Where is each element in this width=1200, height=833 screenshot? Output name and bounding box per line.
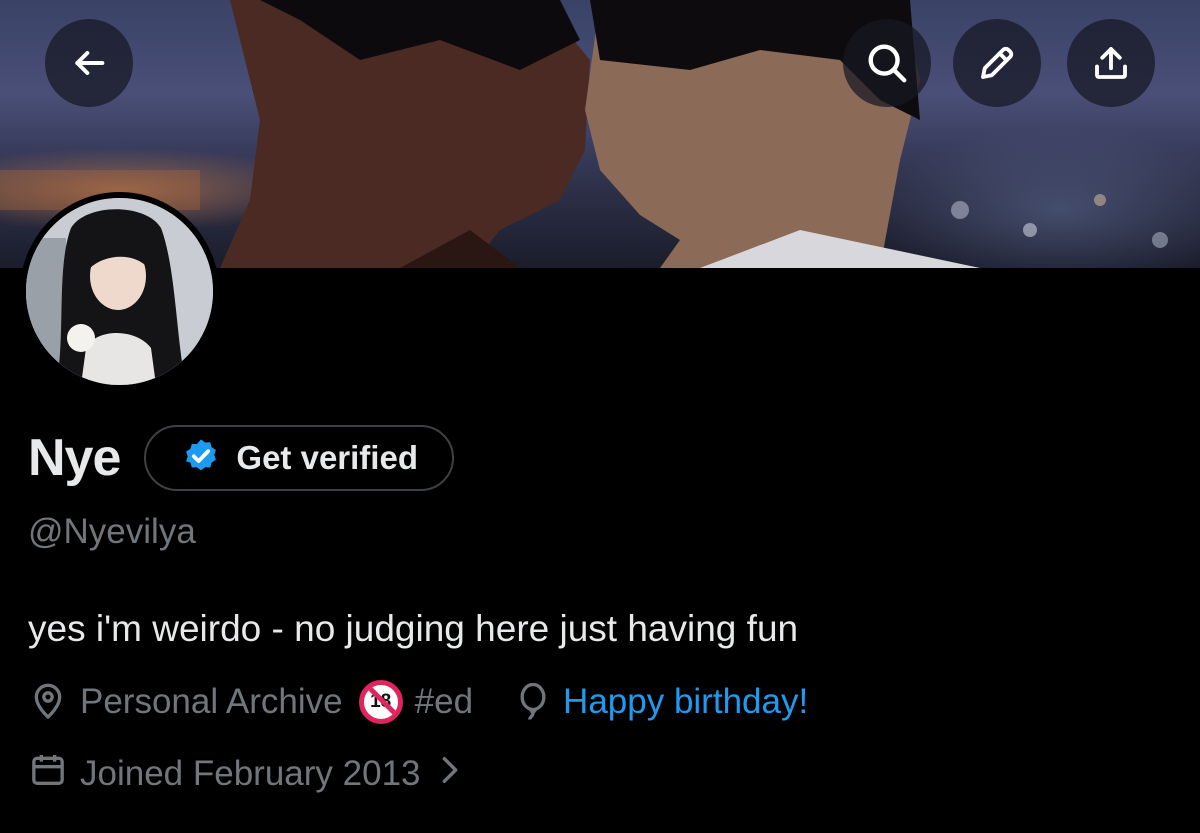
- hashtag-link[interactable]: #ed: [415, 682, 473, 722]
- arrow-left-icon: [69, 43, 109, 83]
- avatar-image: [26, 198, 213, 385]
- joined-date: Joined February 2013: [80, 754, 421, 793]
- location-text: Personal Archive: [80, 682, 343, 721]
- back-button[interactable]: [45, 19, 133, 107]
- chevron-right-icon: [437, 753, 463, 796]
- search-icon: [864, 40, 910, 86]
- share-upload-icon: [1090, 42, 1132, 84]
- get-verified-label: Get verified: [236, 439, 418, 476]
- joined-row[interactable]: Joined February 2013: [28, 751, 463, 797]
- no-under-18-icon: 18: [358, 680, 403, 724]
- balloon-icon: [515, 682, 551, 722]
- search-button[interactable]: [843, 19, 931, 107]
- share-button[interactable]: [1067, 19, 1155, 107]
- profile-avatar[interactable]: [20, 192, 219, 391]
- birthday-link[interactable]: Happy birthday!: [563, 682, 808, 722]
- profile-handle: @Nyevilya: [28, 512, 196, 551]
- profile-meta-row: Personal Archive 18 #ed Happy birthday!: [28, 679, 808, 725]
- location-pin-icon: [28, 682, 68, 722]
- get-verified-button[interactable]: Get verified: [144, 425, 454, 491]
- location-item: Personal Archive 18 #ed: [28, 680, 473, 724]
- birthday-item: Happy birthday!: [515, 682, 808, 722]
- calendar-icon: [28, 750, 68, 799]
- display-name: Nye: [28, 429, 121, 487]
- profile-bio: yes i'm weirdo - no judging here just ha…: [28, 608, 799, 649]
- verified-badge-icon: [182, 437, 220, 480]
- edit-button[interactable]: [953, 19, 1041, 107]
- pencil-icon: [976, 42, 1018, 84]
- name-row: Nye Get verified: [28, 424, 454, 492]
